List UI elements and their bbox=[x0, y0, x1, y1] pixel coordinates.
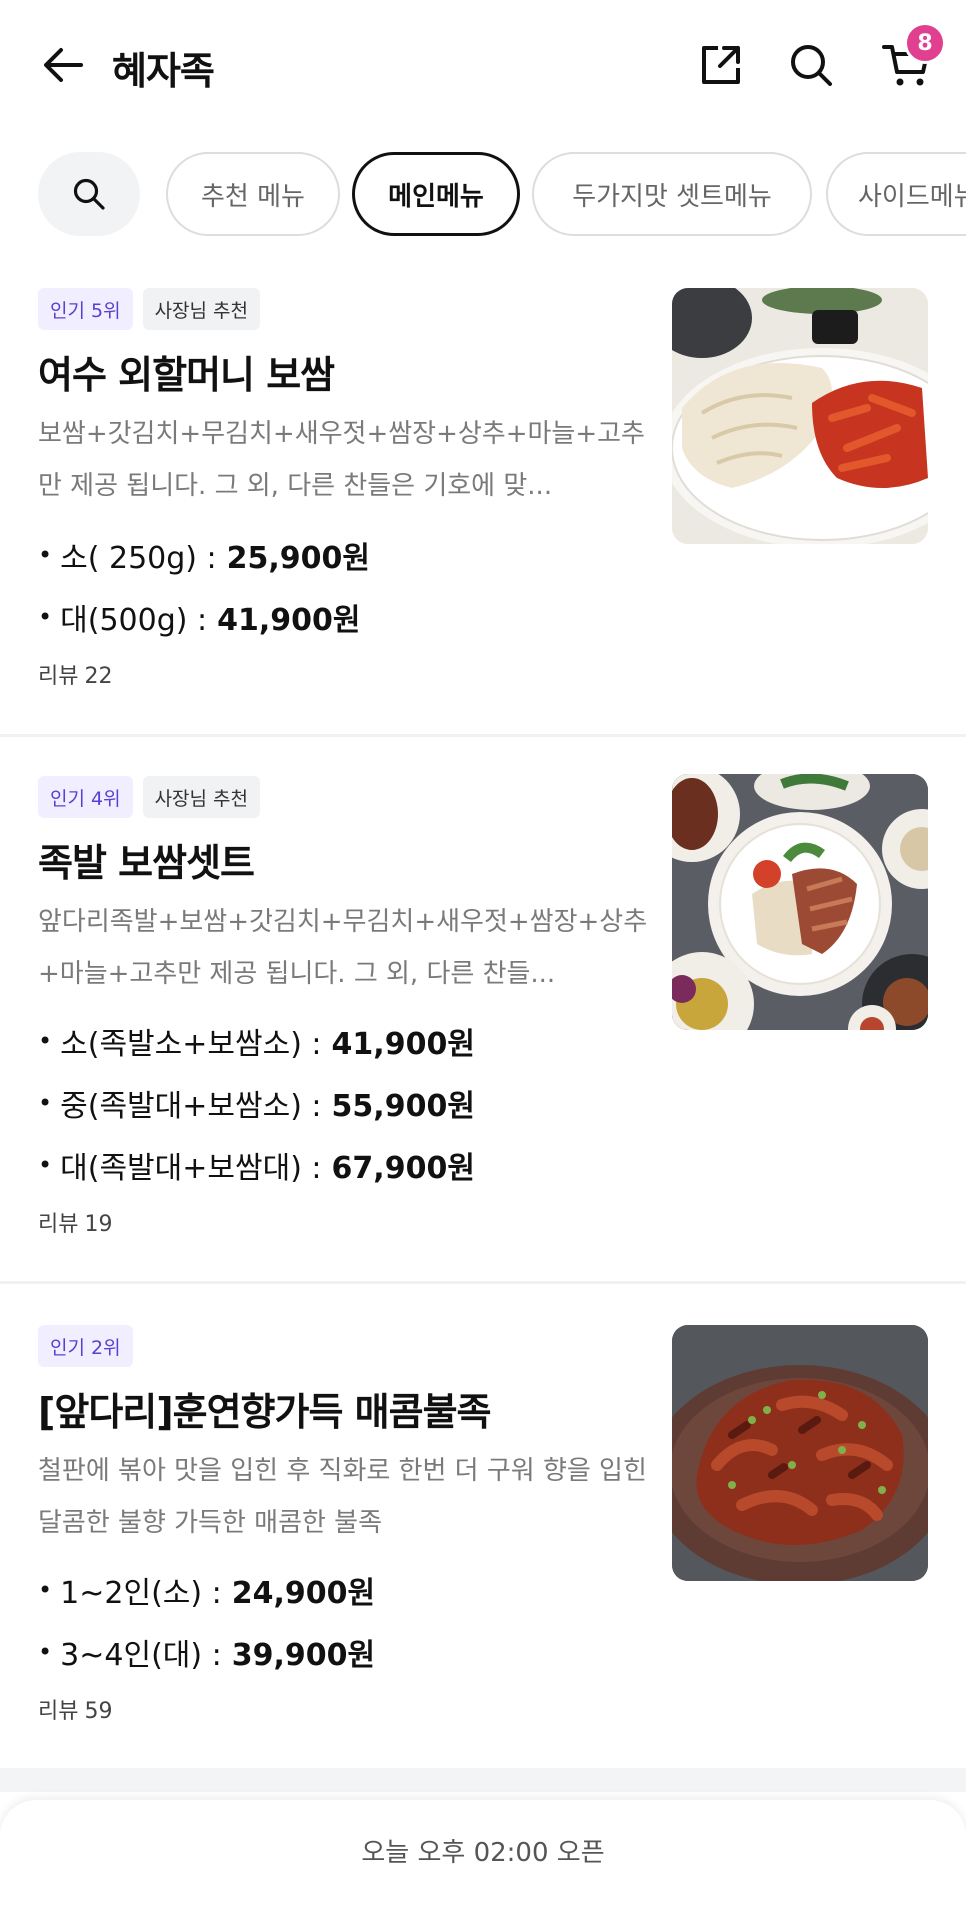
popularity-rank-badge: 인기 5위 bbox=[38, 288, 133, 330]
tab-two-flavor-set[interactable]: 두가지맛 셋트메뉴 bbox=[532, 152, 812, 236]
bottom-order-bar[interactable]: 오늘 오후 02:00 오픈 bbox=[0, 1800, 966, 1905]
review-label: 리뷰 bbox=[38, 664, 79, 689]
popularity-rank-badge: 인기 4위 bbox=[38, 776, 133, 818]
jokbal-set-photo-icon bbox=[672, 774, 928, 1030]
option-price: 24,900원 bbox=[231, 1576, 376, 1611]
bullet-icon: • bbox=[38, 1089, 53, 1117]
option-label: 3~4인(대) : bbox=[60, 1638, 222, 1673]
tab-side-menu[interactable]: 사이드메뉴 bbox=[826, 152, 966, 236]
price-option: • 3~4인(대) : 39,900원 bbox=[38, 1621, 375, 1683]
item-divider bbox=[0, 1281, 966, 1284]
item-divider bbox=[0, 734, 966, 737]
menu-item-photo[interactable] bbox=[672, 1325, 928, 1581]
owner-recommend-badge: 사장님 추천 bbox=[142, 288, 261, 330]
price-option: • 대(500g) : 41,900원 bbox=[38, 586, 370, 648]
option-price: 67,900원 bbox=[331, 1151, 475, 1186]
back-button[interactable] bbox=[30, 32, 96, 98]
store-menu-page: 혜자족 8 추천 메뉴 메인메뉴 두가지맛 셋트메뉴 사이드메뉴 인기 5위 사… bbox=[0, 0, 966, 1905]
bossam-photo-icon bbox=[672, 288, 928, 544]
search-icon bbox=[73, 178, 105, 210]
price-option: • 중(족발대+보쌈소) : 55,900원 bbox=[38, 1072, 475, 1134]
app-header: 혜자족 8 bbox=[0, 0, 966, 130]
share-button[interactable] bbox=[688, 32, 754, 98]
option-label: 소( 250g) : bbox=[60, 541, 217, 576]
search-button[interactable] bbox=[778, 32, 844, 98]
popularity-rank-badge: 인기 2위 bbox=[38, 1325, 133, 1367]
tab-recommended[interactable]: 추천 메뉴 bbox=[166, 152, 340, 236]
badge-group: 인기 2위 bbox=[38, 1325, 133, 1367]
review-number: 19 bbox=[84, 1212, 113, 1237]
option-label: 소(족발소+보쌈소) : bbox=[60, 1027, 322, 1062]
option-price: 25,900원 bbox=[226, 541, 371, 576]
bullet-icon: • bbox=[38, 603, 53, 631]
review-count: 리뷰 22 bbox=[38, 658, 112, 690]
price-list: • 소( 250g) : 25,900원 • 대(500g) : 41,900원 bbox=[38, 524, 370, 648]
price-option: • 소(족발소+보쌈소) : 41,900원 bbox=[38, 1010, 475, 1072]
bullet-icon: • bbox=[38, 1027, 53, 1055]
tab-main-menu[interactable]: 메인메뉴 bbox=[352, 152, 520, 236]
menu-item-photo[interactable] bbox=[672, 774, 928, 1030]
price-option: • 대(족발대+보쌈대) : 67,900원 bbox=[38, 1134, 475, 1196]
store-title: 혜자족 bbox=[112, 49, 215, 93]
option-price: 39,900원 bbox=[231, 1638, 376, 1673]
menu-search-button[interactable] bbox=[38, 152, 140, 236]
share-icon bbox=[702, 46, 740, 84]
category-tabs: 추천 메뉴 메인메뉴 두가지맛 셋트메뉴 사이드메뉴 bbox=[0, 150, 966, 238]
arrow-left-icon bbox=[44, 48, 83, 82]
bullet-icon: • bbox=[38, 1151, 53, 1179]
price-option: • 소( 250g) : 25,900원 bbox=[38, 524, 370, 586]
cart-count-badge: 8 bbox=[904, 22, 946, 64]
spicy-buljok-photo-icon bbox=[672, 1325, 928, 1581]
menu-item-description: 철판에 볶아 맛을 입힌 후 직화로 한번 더 구워 향을 입힌 달콤한 불향 … bbox=[38, 1456, 647, 1538]
menu-item[interactable]: 인기 4위 사장님 추천 족발 보쌈셋트 앞다리족발+보쌈+갓김치+무김치+새우… bbox=[0, 756, 966, 1282]
option-price: 55,900원 bbox=[331, 1089, 475, 1124]
menu-item-photo[interactable] bbox=[672, 288, 928, 544]
price-list: • 1~2인(소) : 24,900원 • 3~4인(대) : 39,900원 bbox=[38, 1559, 375, 1683]
review-count: 리뷰 59 bbox=[38, 1693, 112, 1725]
review-label: 리뷰 bbox=[38, 1699, 79, 1724]
price-option: • 1~2인(소) : 24,900원 bbox=[38, 1559, 375, 1621]
review-count: 리뷰 19 bbox=[38, 1206, 112, 1238]
bullet-icon: • bbox=[38, 541, 53, 569]
menu-item-description: 보쌈+갓김치+무김치+새우젓+쌈장+상추+마늘+고추만 제공 됩니다. 그 외,… bbox=[38, 419, 645, 501]
option-label: 중(족발대+보쌈소) : bbox=[60, 1089, 322, 1124]
section-gap bbox=[0, 1768, 966, 1792]
option-price: 41,900원 bbox=[331, 1027, 475, 1062]
menu-item-description: 앞다리족발+보쌈+갓김치+무김치+새우젓+쌈장+상추+마늘+고추만 제공 됩니다… bbox=[38, 907, 648, 989]
opening-time-notice: 오늘 오후 02:00 오픈 bbox=[361, 1838, 605, 1868]
menu-item-name: 족발 보쌈셋트 bbox=[38, 841, 255, 885]
owner-recommend-badge: 사장님 추천 bbox=[142, 776, 261, 818]
bullet-icon: • bbox=[38, 1576, 53, 1604]
review-number: 22 bbox=[84, 664, 113, 689]
menu-item-name: 여수 외할머니 보쌈 bbox=[38, 353, 335, 397]
search-icon bbox=[791, 45, 832, 86]
price-list: • 소(족발소+보쌈소) : 41,900원 • 중(족발대+보쌈소) : 55… bbox=[38, 1010, 475, 1196]
menu-item-name: [앞다리]훈연향가득 매콤불족 bbox=[38, 1390, 491, 1434]
option-label: 1~2인(소) : bbox=[60, 1576, 222, 1611]
menu-item[interactable]: 인기 2위 [앞다리]훈연향가득 매콤불족 철판에 볶아 맛을 입힌 후 직화로… bbox=[0, 1305, 966, 1767]
option-price: 41,900원 bbox=[217, 603, 361, 638]
badge-group: 인기 4위 사장님 추천 bbox=[38, 776, 261, 818]
review-label: 리뷰 bbox=[38, 1212, 79, 1237]
menu-item[interactable]: 인기 5위 사장님 추천 여수 외할머니 보쌈 보쌈+갓김치+무김치+새우젓+쌈… bbox=[0, 268, 966, 736]
option-label: 대(500g) : bbox=[60, 603, 208, 638]
badge-group: 인기 5위 사장님 추천 bbox=[38, 288, 261, 330]
option-label: 대(족발대+보쌈대) : bbox=[60, 1151, 322, 1186]
bullet-icon: • bbox=[38, 1638, 53, 1666]
review-number: 59 bbox=[84, 1699, 113, 1724]
